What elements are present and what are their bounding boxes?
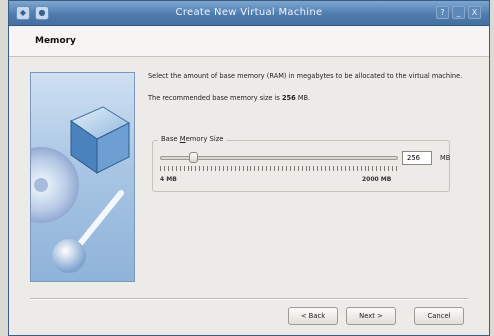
slider-tick xyxy=(163,166,165,171)
page-title: Memory xyxy=(35,36,76,46)
slider-tick xyxy=(364,166,366,171)
slider-tick xyxy=(274,166,276,171)
slider-tick xyxy=(191,166,193,171)
slider-tick xyxy=(301,166,303,171)
slider-tick xyxy=(219,166,220,171)
slider-tick xyxy=(167,166,169,171)
slider-tick xyxy=(262,166,264,171)
slider-tick xyxy=(183,166,185,171)
recommended-memory-text: The recommended base memory size is 256 … xyxy=(148,94,468,102)
title-bar[interactable]: ◆ ● Create New Virtual Machine ? _ X xyxy=(9,1,489,26)
slider-tick xyxy=(333,166,335,171)
slider-tick xyxy=(392,166,394,171)
slider-tick xyxy=(360,166,362,171)
slider-tick xyxy=(246,166,248,171)
slider-tick xyxy=(313,166,315,171)
slider-tick xyxy=(368,166,370,171)
slider-tick xyxy=(234,166,236,171)
slider-tick xyxy=(195,166,197,171)
slider-tick xyxy=(317,166,319,171)
slider-tick xyxy=(344,166,346,171)
slider-tick xyxy=(266,166,268,171)
slider-tick xyxy=(175,166,177,171)
back-button[interactable]: < Back xyxy=(288,307,338,325)
slider-tick xyxy=(171,166,173,171)
group-label-pre: Base xyxy=(161,135,180,143)
recommended-suffix: MB. xyxy=(295,94,311,102)
slider-tick xyxy=(254,166,256,171)
memory-slider-ticks xyxy=(160,166,398,172)
slider-tick xyxy=(285,166,287,171)
slider-tick xyxy=(396,166,397,171)
slider-tick xyxy=(384,166,386,171)
slider-tick xyxy=(281,166,283,171)
slider-tick xyxy=(199,166,201,171)
slider-tick xyxy=(250,166,252,171)
slider-tick xyxy=(258,166,260,171)
memory-unit-label: MB xyxy=(440,154,451,162)
slider-tick xyxy=(215,166,217,171)
slider-tick xyxy=(297,166,299,171)
slider-tick xyxy=(238,166,240,171)
slider-tick xyxy=(222,166,224,171)
slider-tick xyxy=(356,166,358,171)
cancel-button[interactable]: Cancel xyxy=(414,307,464,325)
base-memory-label: Base Memory Size xyxy=(158,135,227,143)
slider-tick xyxy=(187,166,189,171)
virtualbox-logo-icon xyxy=(31,106,131,273)
slider-tick xyxy=(179,166,181,171)
memory-size-input[interactable] xyxy=(402,151,432,165)
slider-tick xyxy=(348,166,350,171)
slider-tick xyxy=(352,166,354,171)
slider-tick xyxy=(388,166,390,171)
button-separator xyxy=(30,298,468,300)
minimize-button[interactable]: _ xyxy=(452,6,465,19)
group-label-post: emory Size xyxy=(185,135,224,143)
close-button[interactable]: X xyxy=(468,6,481,19)
content-area: Select the amount of base memory (RAM) i… xyxy=(148,71,468,102)
slider-tick xyxy=(242,166,244,171)
slider-tick xyxy=(372,166,374,171)
memory-max-label: 2000 MB xyxy=(362,176,392,183)
slider-tick xyxy=(278,166,279,171)
slider-tick xyxy=(309,166,311,171)
next-button[interactable]: Next > xyxy=(346,307,396,325)
slider-tick xyxy=(376,166,378,171)
recommended-prefix: The recommended base memory size is xyxy=(148,94,282,102)
slider-tick xyxy=(321,166,323,171)
slider-tick xyxy=(305,166,307,171)
slider-tick xyxy=(337,166,338,171)
slider-tick xyxy=(293,166,295,171)
slider-tick xyxy=(289,166,291,171)
slider-tick xyxy=(270,166,272,171)
page-header: Memory xyxy=(9,27,489,57)
recommended-value: 256 xyxy=(281,94,296,102)
memory-description: Select the amount of base memory (RAM) i… xyxy=(148,72,463,80)
slider-tick xyxy=(325,166,327,171)
slider-tick xyxy=(211,166,213,171)
slider-tick xyxy=(340,166,342,171)
window-title: Create New Virtual Machine xyxy=(175,7,323,18)
slider-tick xyxy=(203,166,205,171)
slider-tick xyxy=(226,166,228,171)
help-button[interactable]: ? xyxy=(436,6,449,19)
memory-min-label: 4 MB xyxy=(160,176,177,183)
slider-tick xyxy=(230,166,232,171)
memory-slider-handle[interactable] xyxy=(188,152,198,163)
slider-tick xyxy=(380,166,382,171)
slider-tick xyxy=(329,166,331,171)
slider-tick xyxy=(207,166,209,171)
slider-tick xyxy=(160,166,161,171)
wizard-banner-image xyxy=(30,72,135,282)
